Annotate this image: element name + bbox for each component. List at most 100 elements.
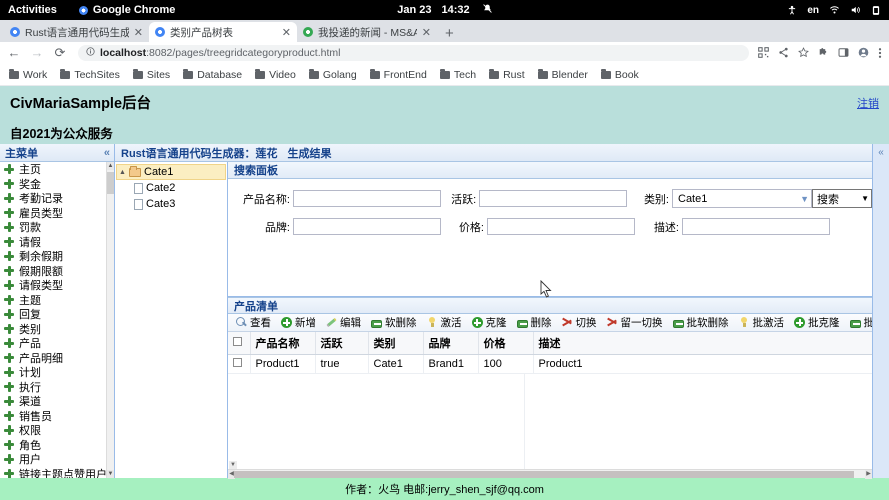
expand-plus-icon[interactable] (4, 396, 14, 406)
toolbar-button-11[interactable]: 批克隆 (789, 315, 845, 330)
browser-tab-2[interactable]: 我投递的新闻 - MS&A(Ma ✕ (297, 22, 437, 42)
search-button[interactable]: 搜索 ▼ (812, 189, 872, 208)
search-input-product-name[interactable] (293, 190, 441, 207)
sidebar-item-13[interactable]: 产品明细 (0, 351, 114, 366)
search-input-active[interactable] (479, 190, 627, 207)
tree-expander-icon[interactable]: ▲ (119, 169, 126, 176)
scroll-right-icon[interactable]: ▶ (865, 470, 872, 479)
expand-plus-icon[interactable] (4, 324, 14, 334)
toolbar-button-1[interactable]: 新增 (276, 315, 321, 330)
toolbar-button-6[interactable]: 删除 (512, 315, 557, 330)
toolbar-button-3[interactable]: 软删除 (366, 315, 422, 330)
expand-plus-icon[interactable] (4, 266, 14, 276)
toolbar-button-5[interactable]: 克隆 (467, 315, 512, 330)
sidebar-item-0[interactable]: 主页 (0, 162, 114, 177)
column-header[interactable]: 活跃 (315, 332, 368, 355)
system-status-area[interactable]: en (787, 5, 881, 16)
search-input-description[interactable] (682, 218, 830, 235)
bookmark-video[interactable]: Video (255, 69, 296, 81)
expand-plus-icon[interactable] (4, 411, 14, 421)
select-all-header[interactable] (228, 332, 250, 355)
search-input-price[interactable] (487, 218, 635, 235)
toolbar-button-12[interactable]: 批删除 (845, 315, 873, 330)
sidebar-item-19[interactable]: 角色 (0, 438, 114, 453)
sidebar-item-2[interactable]: 考勤记录 (0, 191, 114, 206)
reload-icon[interactable]: ⟳ (53, 46, 67, 59)
sidebar-item-16[interactable]: 渠道 (0, 394, 114, 409)
browser-tab-0[interactable]: Rust语言通用代码生成器 ✕ (4, 22, 149, 42)
row-checkbox[interactable] (233, 358, 242, 367)
bookmark-blender[interactable]: Blender (538, 69, 588, 81)
sidebar-item-10[interactable]: 回复 (0, 307, 114, 322)
expand-plus-icon[interactable] (4, 440, 14, 450)
toolbar-button-7[interactable]: 切换 (557, 315, 602, 330)
toolbar-button-9[interactable]: 批软删除 (668, 315, 734, 330)
column-header[interactable]: 品牌 (423, 332, 478, 355)
menu-scroll-thumb[interactable] (107, 172, 114, 194)
sidebar-item-14[interactable]: 计划 (0, 365, 114, 380)
tab-close-icon[interactable]: ✕ (282, 26, 291, 39)
column-header[interactable]: 价格 (478, 332, 533, 355)
browser-tab-1[interactable]: 类别产品树表 ✕ (149, 22, 297, 42)
sidebar-item-9[interactable]: 主题 (0, 293, 114, 308)
active-app-indicator[interactable]: Google Chrome (79, 4, 176, 16)
scroll-up-icon[interactable]: ▲ (107, 162, 114, 170)
tree-node-cate3[interactable]: Cate3 (131, 196, 227, 212)
logout-link[interactable]: 注销 (857, 95, 879, 111)
expand-plus-icon[interactable] (4, 469, 14, 478)
chrome-menu-icon[interactable] (878, 47, 882, 59)
sidebar-item-1[interactable]: 奖金 (0, 177, 114, 192)
search-select-category[interactable]: Cate1 ▼ (672, 189, 812, 208)
volume-icon[interactable] (850, 5, 861, 15)
expand-plus-icon[interactable] (4, 382, 14, 392)
new-tab-button[interactable]: + (437, 26, 462, 42)
expand-plus-icon[interactable] (4, 280, 14, 290)
chevron-down-icon[interactable]: ▼ (861, 194, 869, 203)
activities-button[interactable]: Activities (8, 4, 57, 16)
bookmark-golang[interactable]: Golang (309, 69, 357, 81)
toolbar-button-10[interactable]: 批激活 (734, 315, 790, 330)
tab-close-icon[interactable]: ✕ (422, 26, 431, 39)
expand-plus-icon[interactable] (4, 367, 14, 377)
sidebar-item-21[interactable]: 链接主题点赞用户 (0, 467, 114, 479)
column-header[interactable]: 类别 (368, 332, 423, 355)
scroll-down-icon[interactable]: ▼ (229, 461, 237, 469)
info-circle-icon[interactable] (86, 47, 95, 59)
hscroll-thumb[interactable] (234, 471, 854, 478)
sidebar-item-3[interactable]: 雇员类型 (0, 206, 114, 221)
extensions-puzzle-icon[interactable] (818, 47, 829, 58)
chevron-down-icon[interactable]: ▼ (794, 194, 809, 204)
sidebar-item-18[interactable]: 权限 (0, 423, 114, 438)
toolbar-button-4[interactable]: 激活 (422, 315, 467, 330)
accessibility-icon[interactable] (787, 5, 797, 16)
share-icon[interactable] (778, 47, 789, 58)
collapse-right-panel-icon[interactable]: « (878, 147, 884, 478)
bookmark-frontend[interactable]: FrontEnd (370, 69, 427, 81)
scroll-down-icon[interactable]: ▼ (107, 470, 114, 478)
expand-plus-icon[interactable] (4, 353, 14, 363)
qr-code-icon[interactable] (758, 47, 769, 58)
expand-plus-icon[interactable] (4, 309, 14, 319)
wifi-icon[interactable] (829, 5, 840, 15)
address-bar[interactable]: localhost:8082/pages/treegridcategorypro… (78, 45, 749, 61)
bookmark-database[interactable]: Database (183, 69, 242, 81)
bookmark-book[interactable]: Book (601, 69, 639, 81)
select-all-checkbox[interactable] (233, 337, 242, 346)
sidebar-item-11[interactable]: 类别 (0, 322, 114, 337)
power-icon[interactable] (871, 5, 881, 16)
bookmark-work[interactable]: Work (9, 69, 47, 81)
menu-scrollbar[interactable]: ▲ ▼ (106, 162, 114, 478)
grid-horizontal-scrollbar[interactable]: ◀ ▶ (228, 469, 872, 478)
sidebar-item-15[interactable]: 执行 (0, 380, 114, 395)
tree-node-cate2[interactable]: Cate2 (131, 180, 227, 196)
sidebar-item-6[interactable]: 剩余假期 (0, 249, 114, 264)
expand-plus-icon[interactable] (4, 179, 14, 189)
breadcrumb-result[interactable]: 生成结果 (287, 145, 331, 161)
sidebar-item-17[interactable]: 销售员 (0, 409, 114, 424)
collapse-left-panel-icon[interactable]: « (104, 147, 110, 159)
expand-plus-icon[interactable] (4, 222, 14, 232)
back-icon[interactable]: ← (7, 46, 21, 59)
search-input-brand[interactable] (293, 218, 441, 235)
sidebar-item-4[interactable]: 罚款 (0, 220, 114, 235)
sidebar-item-7[interactable]: 假期限额 (0, 264, 114, 279)
